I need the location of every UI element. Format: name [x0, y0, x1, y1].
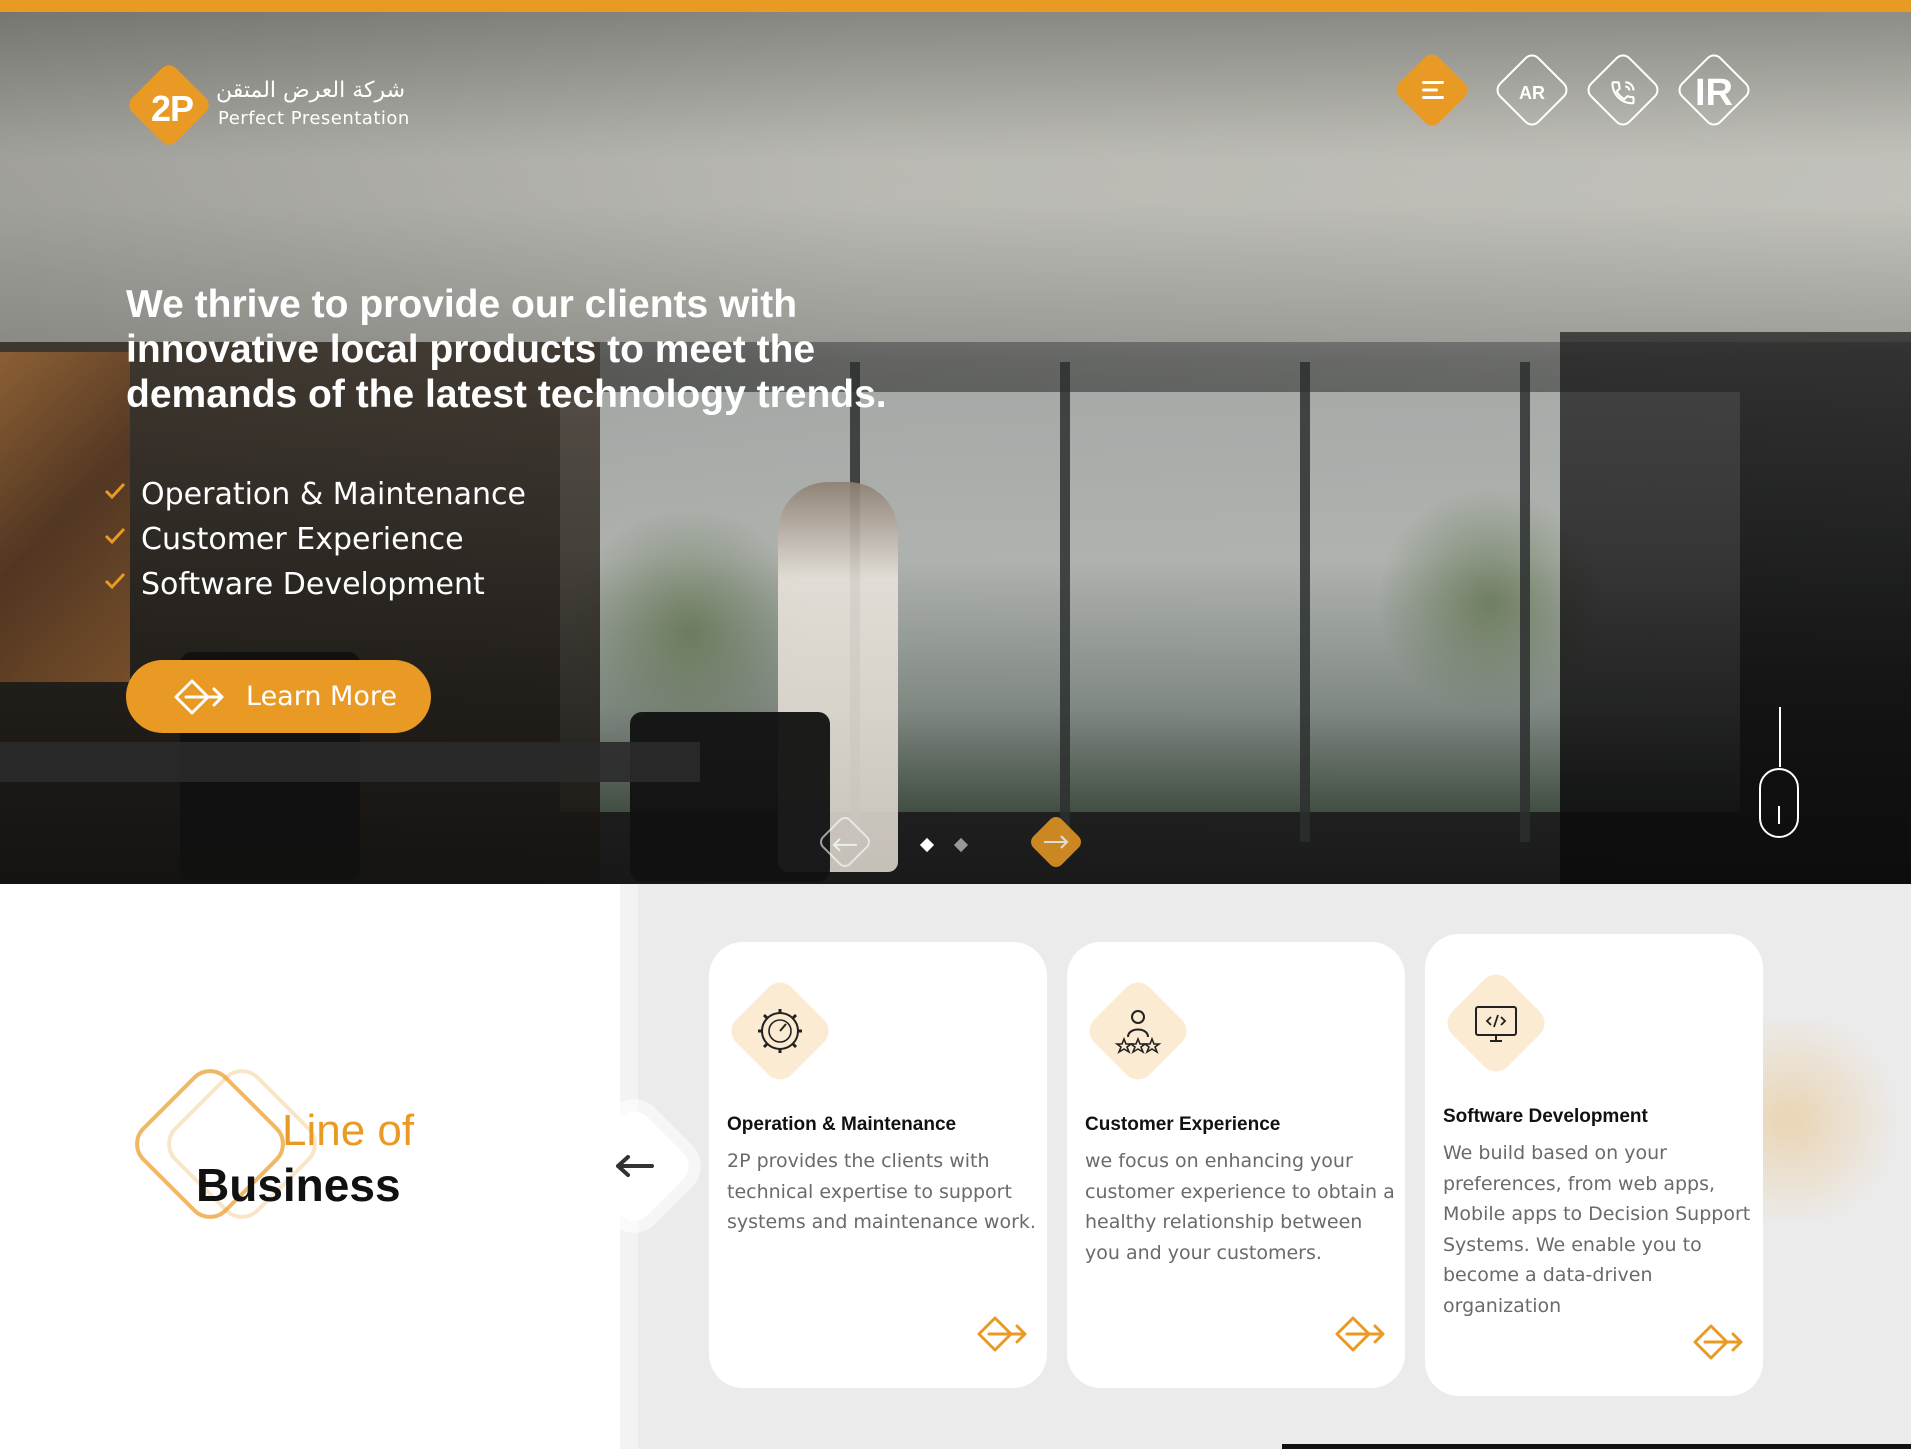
decorative-glow — [1740, 1020, 1910, 1220]
scroll-indicator-line — [1779, 707, 1781, 767]
diamond-arrow-icon[interactable] — [1333, 1314, 1387, 1354]
checkmark-icon — [104, 572, 126, 590]
card-title: Customer Experience — [1085, 1114, 1281, 1135]
hero-window-mullion — [1300, 362, 1310, 842]
top-accent-bar — [0, 0, 1911, 12]
cards-prev-button[interactable] — [571, 1103, 697, 1229]
logo-english-name: Perfect Presentation — [218, 108, 410, 129]
hero-section: 2P شركة العرض المتقن Perfect Presentatio… — [0, 12, 1911, 884]
bottom-edge-bar — [1282, 1444, 1911, 1449]
card-description: we focus on enhancing your customer expe… — [1085, 1150, 1395, 1264]
language-label: AR — [1519, 82, 1545, 103]
slider-dot[interactable] — [919, 837, 935, 853]
logo-arabic-name: شركة العرض المتقن — [216, 78, 406, 103]
checklist-item-label: Software Development — [141, 567, 485, 602]
checkmark-icon — [104, 527, 126, 545]
hero-background-chair — [630, 712, 830, 882]
learn-more-button[interactable]: Learn More — [126, 660, 431, 733]
diamond-arrow-icon[interactable] — [1691, 1322, 1745, 1362]
code-monitor-icon — [1475, 1006, 1517, 1042]
slider-dot[interactable] — [953, 837, 969, 853]
diamond-arrow-icon — [174, 679, 224, 714]
checklist-item: Operation & Maintenance — [100, 472, 526, 517]
gear-speedometer-icon — [758, 1009, 802, 1053]
checklist-item-label: Customer Experience — [141, 522, 464, 557]
hero-background-desk — [0, 742, 700, 782]
hero-checklist: Operation & Maintenance Customer Experie… — [100, 472, 526, 607]
service-card-software-development[interactable]: Software Development We build based on y… — [1425, 934, 1763, 1396]
arrow-right-icon — [1044, 835, 1069, 849]
logo-mark: 2P — [150, 88, 194, 129]
scroll-mouse-icon[interactable] — [1759, 768, 1799, 838]
phone-icon — [1611, 81, 1635, 105]
hero-window-mullion — [1520, 362, 1530, 842]
investor-relations-label: IR — [1695, 71, 1733, 114]
card-description: We build based on your preferences, from… — [1443, 1142, 1751, 1317]
arrow-left-icon — [616, 1155, 654, 1177]
service-card-customer-experience[interactable]: Customer Experience we focus on enhancin… — [1067, 942, 1405, 1388]
hamburger-menu-icon — [1422, 81, 1444, 99]
company-logo[interactable]: 2P شركة العرض المتقن Perfect Presentatio… — [125, 61, 418, 154]
checklist-item-label: Operation & Maintenance — [141, 477, 526, 512]
card-description: 2P provides the clients with technical e… — [727, 1150, 1036, 1233]
card-title: Operation & Maintenance — [727, 1114, 957, 1135]
learn-more-label: Learn More — [246, 681, 397, 712]
card-title: Software Development — [1443, 1106, 1648, 1127]
hero-window-mullion — [1060, 362, 1070, 842]
section-title-line1: Line of — [282, 1106, 415, 1155]
checklist-item: Software Development — [100, 562, 526, 607]
checklist-item: Customer Experience — [100, 517, 526, 562]
arrow-left-icon — [832, 838, 857, 852]
section-title-line2: Business — [196, 1159, 401, 1211]
menu-button[interactable] — [1392, 50, 1472, 130]
checkmark-icon — [104, 482, 126, 500]
diamond-arrow-icon[interactable] — [975, 1314, 1029, 1354]
hero-background-shelf — [1560, 332, 1911, 884]
hero-headline: We thrive to provide our clients with in… — [126, 283, 887, 416]
service-card-operation-maintenance[interactable]: Operation & Maintenance 2P provides the … — [709, 942, 1047, 1388]
slider-next-button[interactable] — [1027, 813, 1085, 871]
person-rating-stars-icon — [1114, 1010, 1162, 1054]
